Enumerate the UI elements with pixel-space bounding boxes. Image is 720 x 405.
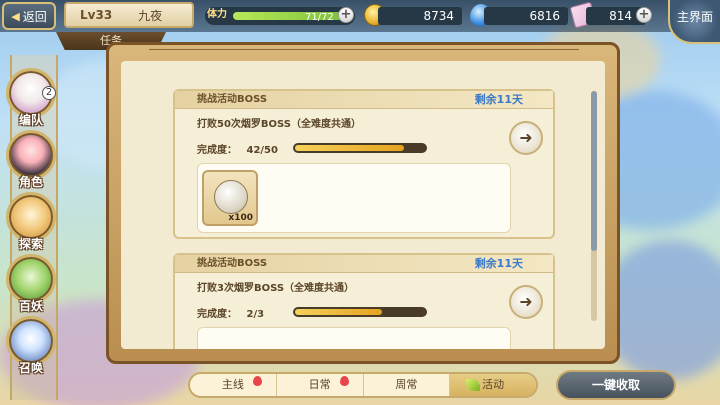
reward-item[interactable]: x100 [202,170,258,226]
sidebar-item-label: 角色 [18,175,43,189]
quest-header: 挑战活动BOSS 剩余11天 [175,91,553,109]
progress-fill [295,309,382,315]
add-stamina-button[interactable]: + [338,7,354,23]
sidebar-item-label: 探索 [18,237,43,251]
tab-main[interactable]: 主线 [190,374,277,396]
scroll-thumb[interactable] [591,91,597,251]
sidebar-item-label: 编队 [18,113,43,127]
reward-orb-icon [214,180,248,214]
sidebar-item-label: 召唤 [18,361,43,375]
reward-box: x100 [197,163,511,233]
back-arrow-icon: ◀ [11,9,20,23]
quest-header: 挑战活动BOSS 剩余11天 [175,255,553,273]
tab-event[interactable]: 活动 [450,374,536,396]
quest-remaining: 剩余11天 [474,257,523,270]
tab-bar: 主线 日常 周常 活动 [188,372,538,398]
progress-label: 完成度： [197,309,237,320]
back-label: 返回 [22,9,47,24]
go-button[interactable]: ➜ [509,285,543,319]
quest-progress: 完成度： 2/3 [197,305,264,320]
progress-text: 2/3 [246,309,265,320]
top-bar: ◀ 返回 Lv33 九夜 体力 71/72 + 8734 6816 814 + [0,0,720,32]
progress-label: 完成度： [197,145,237,156]
home-label: 主界面 [676,10,713,24]
quest-title: 打败50次烟罗BOSS（全难度共通） [197,119,361,130]
coin-count: 8734 [378,7,462,25]
sidebar-item-team[interactable]: 2 编队 [4,68,58,127]
stamina-bar: 体力 71/72 [205,7,355,25]
quest-title: 打败3次烟罗BOSS（全难度共通） [197,283,355,294]
tab-label: 主线 [221,378,244,391]
quest-panel: 挑战活动BOSS 剩余11天 打败50次烟罗BOSS（全难度共通） 完成度： 4… [106,42,620,364]
notification-dot-icon [252,376,262,386]
quest-card: 挑战活动BOSS 剩余11天 打败50次烟罗BOSS（全难度共通） 完成度： 4… [173,89,555,239]
quest-list[interactable]: 挑战活动BOSS 剩余11天 打败50次烟罗BOSS（全难度共通） 完成度： 4… [121,61,605,349]
reward-box [197,327,511,349]
tab-label: 日常 [308,378,331,391]
sidebar-item-character[interactable]: 角色 [4,130,58,189]
quest-progress: 完成度： 42/50 [197,141,278,156]
panel-decoration [149,49,579,55]
tab-daily[interactable]: 日常 [277,374,364,396]
team-badge: 2 [42,86,56,100]
leaf-icon [466,379,481,391]
quest-card: 挑战活动BOSS 剩余11天 打败3次烟罗BOSS（全难度共通） 完成度： 2/… [173,253,555,349]
tab-label: 活动 [482,378,505,391]
progress-bar [293,143,427,153]
back-button[interactable]: ◀ 返回 [2,2,56,30]
quest-category: 挑战活动BOSS [197,258,268,269]
stamina-value: 71/72 [305,12,334,23]
arrow-right-icon: ➜ [519,128,533,147]
player-info: Lv33 九夜 [64,2,194,28]
progress-bar [293,307,427,317]
notification-dot-icon [339,376,349,386]
quest-remaining: 剩余11天 [474,93,523,106]
sidebar-item-label: 百妖 [18,299,43,313]
arrow-right-icon: ➜ [519,292,533,311]
tab-weekly[interactable]: 周常 [364,374,451,396]
home-button[interactable]: 主界面 [668,0,720,44]
add-ticket-button[interactable]: + [636,7,652,23]
progress-text: 42/50 [246,145,278,156]
sidebar-item-summon[interactable]: 召唤 [4,316,58,375]
scrollbar[interactable] [591,91,597,321]
progress-fill [295,145,405,151]
reward-qty: x100 [228,213,253,223]
sidebar-item-explore[interactable]: 探索 [4,192,58,251]
sidebar-item-yokai[interactable]: 百妖 [4,254,58,313]
tab-label: 周常 [395,378,418,391]
stamina-label: 体力 [207,9,227,20]
go-button[interactable]: ➜ [509,121,543,155]
gem-count: 6816 [484,7,568,25]
player-level: Lv33 [80,8,113,22]
player-name: 九夜 [138,8,163,23]
claim-all-button[interactable]: 一键收取 [556,370,676,400]
quest-category: 挑战活动BOSS [197,94,268,105]
